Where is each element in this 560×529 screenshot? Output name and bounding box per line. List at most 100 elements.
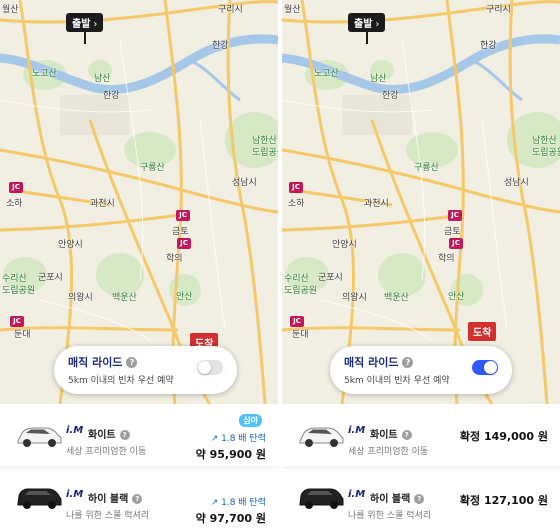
help-icon[interactable]: ? — [401, 430, 412, 440]
map-label: 학의 — [438, 254, 455, 264]
fare-price: 약 95,900 원 — [195, 448, 266, 461]
vehicle-name: 화이트? — [370, 426, 412, 441]
chevron-right-icon: › — [375, 19, 380, 30]
route-map[interactable]: 출발› 월산 구리시 한강 노고산 남산 한강 남한산 도립공원 구룡산 성남시… — [0, 0, 278, 404]
vehicle-description: 세상 프리미엄한 이동 — [66, 447, 147, 457]
map-label: 구리시 — [486, 5, 511, 15]
map-label: 구룡산 — [414, 163, 439, 173]
vehicle-list: i.M 화이트? 세상 프리미엄한 이동 확정 149,000 원 i.M 하이… — [282, 404, 560, 529]
white-car-icon — [299, 427, 344, 447]
brand-logo: i.M — [66, 489, 84, 500]
map-label: 도립공원 — [532, 148, 560, 158]
map-label: 한강 — [103, 91, 120, 101]
vehicle-option-black[interactable]: i.M 하이 블랙? 나를 위한 스몰 럭셔리 확정 127,100 원 — [282, 467, 560, 529]
departure-marker — [84, 30, 86, 44]
magic-ride-subtitle: 5km 이내의 빈차 우선 예약 — [68, 376, 174, 386]
map-label: 도립공원 — [284, 286, 318, 296]
magic-ride-card: 매직 라이드? 5km 이내의 빈차 우선 예약 — [54, 346, 237, 394]
brand-logo: i.M — [66, 425, 84, 436]
map-label: 노고산 — [32, 69, 57, 79]
toggle-knob — [484, 361, 497, 374]
map-label: 의왕시 — [342, 293, 367, 303]
vehicle-option-black[interactable]: i.M 하이 블랙? 나를 위한 스몰 럭셔리 ↗ 1.8 배 탄력 약 97,… — [0, 467, 278, 529]
junction-marker: JC — [448, 210, 462, 221]
vehicle-name: 하이 블랙? — [88, 490, 143, 505]
help-icon[interactable]: ? — [132, 494, 143, 504]
map-label: 월산 — [284, 5, 301, 15]
map-label: 과천시 — [90, 199, 115, 209]
map-label: 도립공원 — [2, 286, 36, 296]
fare-price: 약 97,700 원 — [195, 512, 266, 525]
map-label: 소하 — [6, 199, 23, 209]
map-label: 구룡산 — [140, 163, 165, 173]
map-label: 구리시 — [218, 5, 243, 15]
map-label: 군포시 — [318, 273, 343, 283]
brand-logo: i.M — [348, 425, 366, 436]
map-label: 성남시 — [232, 178, 257, 188]
route-map[interactable]: 출발› 월산 구리시 한강 노고산 남산 한강 남한산 도립공원 구룡산 성남시… — [282, 0, 560, 404]
map-graphics — [282, 0, 560, 404]
map-label: 성남시 — [504, 178, 529, 188]
map-label: 안양시 — [58, 240, 83, 250]
junction-marker: JC — [289, 182, 303, 193]
map-label: 월산 — [2, 5, 19, 15]
magic-ride-subtitle: 5km 이내의 빈차 우선 예약 — [344, 376, 450, 386]
vehicle-name-text: 하이 블랙 — [88, 494, 129, 505]
magic-ride-title: 매직 라이드? — [68, 354, 138, 370]
map-label: 남산 — [94, 74, 111, 84]
vehicle-option-white[interactable]: i.M 화이트? 세상 프리미엄한 이동 확정 149,000 원 — [282, 404, 560, 466]
help-icon[interactable]: ? — [414, 494, 425, 504]
magic-ride-toggle[interactable] — [472, 360, 498, 375]
map-label: 안산 — [448, 292, 465, 302]
vehicle-option-white[interactable]: i.M 화이트? 세상 프리미엄한 이동 심야 ↗ 1.8 배 탄력 약 95,… — [0, 404, 278, 466]
surge-multiplier: ↗ 1.8 배 탄력 — [210, 434, 266, 444]
help-icon[interactable]: ? — [126, 357, 138, 368]
junction-marker: JC — [9, 182, 23, 193]
help-icon[interactable]: ? — [119, 430, 130, 440]
vehicle-name-text: 화이트 — [88, 430, 116, 441]
black-car-icon — [299, 488, 344, 509]
arrival-pin[interactable]: 도착 — [468, 322, 497, 341]
vehicle-description: 나를 위한 스몰 럭셔리 — [348, 511, 432, 521]
fare-price: 확정 127,100 원 — [459, 494, 548, 507]
junction-marker: JC — [449, 238, 463, 249]
vehicle-name-text: 화이트 — [370, 430, 398, 441]
map-label: 학의 — [166, 254, 183, 264]
chevron-right-icon: › — [93, 19, 98, 30]
surge-multiplier: ↗ 1.8 배 탄력 — [210, 498, 266, 508]
map-label: 한강 — [480, 41, 497, 51]
help-icon[interactable]: ? — [402, 357, 414, 368]
map-label: 한강 — [212, 41, 229, 51]
junction-marker: JC — [176, 210, 190, 221]
junction-marker: JC — [177, 238, 191, 249]
junction-marker: JC — [290, 316, 304, 327]
black-car-icon — [17, 488, 62, 509]
vehicle-list: i.M 화이트? 세상 프리미엄한 이동 심야 ↗ 1.8 배 탄력 약 95,… — [0, 404, 278, 529]
vehicle-description: 세상 프리미엄한 이동 — [348, 447, 429, 457]
magic-ride-title: 매직 라이드? — [344, 354, 414, 370]
map-label: 한강 — [382, 91, 399, 101]
vehicle-description: 나를 위한 스몰 럭셔리 — [66, 511, 150, 521]
map-label: 안양시 — [332, 240, 357, 250]
night-badge: 심야 — [239, 414, 262, 427]
map-label: 금토 — [444, 227, 461, 237]
map-label: 남산 — [370, 74, 387, 84]
left-screen: 출발› 월산 구리시 한강 노고산 남산 한강 남한산 도립공원 구룡산 성남시… — [0, 0, 278, 529]
map-label: 노고산 — [314, 69, 339, 79]
magic-ride-toggle[interactable] — [197, 360, 223, 375]
map-label: 의왕시 — [68, 293, 93, 303]
vehicle-name: 하이 블랙? — [370, 490, 425, 505]
fare-price: 확정 149,000 원 — [459, 430, 548, 443]
map-label: 금토 — [172, 227, 189, 237]
magic-ride-card: 매직 라이드? 5km 이내의 빈차 우선 예약 — [330, 346, 512, 394]
map-label: 도립공원 — [252, 148, 278, 158]
map-label: 둔대 — [292, 330, 309, 340]
map-graphics — [0, 0, 278, 404]
magic-ride-title-text: 매직 라이드 — [68, 356, 123, 369]
map-label: 둔대 — [14, 330, 31, 340]
map-label: 과천시 — [364, 199, 389, 209]
map-label: 군포시 — [38, 273, 63, 283]
departure-marker — [366, 30, 368, 44]
departure-label: 출발 — [354, 19, 373, 30]
junction-marker: JC — [10, 316, 24, 327]
